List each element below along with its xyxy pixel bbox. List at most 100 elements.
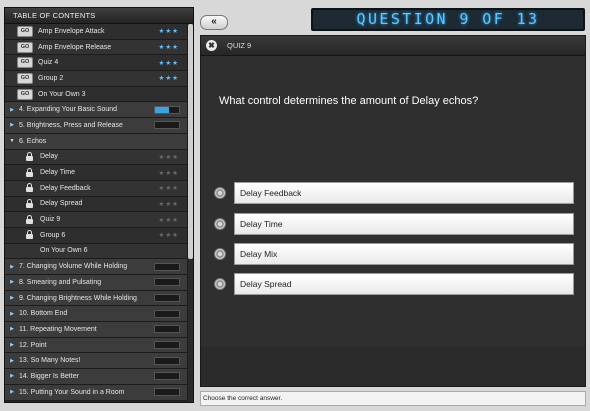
toc-label: Delay bbox=[40, 153, 58, 161]
toc-section[interactable]: ▼ 6. Echos bbox=[5, 133, 187, 150]
rating-stars-icon: ★★★ bbox=[158, 216, 179, 224]
toc-label: 4. Expanding Your Basic Sound bbox=[19, 106, 118, 114]
toc-item[interactable]: GO Quiz 4 ★★★ bbox=[5, 55, 187, 72]
close-icon[interactable]: ✖ bbox=[206, 40, 217, 51]
answer-choice[interactable]: Delay Feedback bbox=[234, 182, 574, 204]
toc-label: 8. Smearing and Pulsating bbox=[19, 278, 102, 286]
go-button[interactable]: GO bbox=[17, 72, 33, 84]
toc-scrollbar[interactable] bbox=[187, 24, 193, 402]
collapsed-triangle-icon[interactable]: ▶ bbox=[8, 373, 16, 379]
radio-button[interactable] bbox=[214, 218, 226, 230]
toc-section[interactable]: ▶ 9. Changing Brightness While Holding bbox=[5, 290, 187, 307]
answer-choice[interactable]: Delay Spread bbox=[234, 273, 574, 295]
lock-icon bbox=[24, 214, 36, 225]
toc-section[interactable]: ▶ 15. Putting Your Sound in a Room bbox=[5, 384, 187, 401]
collapsed-triangle-icon[interactable]: ▶ bbox=[8, 279, 16, 285]
toc-item[interactable]: Group 6 ★★★ bbox=[5, 227, 187, 244]
lock-icon bbox=[24, 151, 36, 162]
rating-stars-icon: ★★★ bbox=[158, 169, 179, 177]
toc-item[interactable]: GO Amp Envelope Release ★★★ bbox=[5, 39, 187, 56]
toc-section[interactable]: ▶ 12. Point bbox=[5, 337, 187, 354]
collapsed-triangle-icon[interactable]: ▶ bbox=[8, 342, 16, 348]
toc-section[interactable]: ▶ 13. So Many Notes! bbox=[5, 353, 187, 370]
section-progress-bar bbox=[154, 121, 180, 130]
toc-label: 10. Bottom End bbox=[19, 310, 68, 318]
toc-section[interactable]: ▶ 11. Repeating Movement bbox=[5, 322, 187, 338]
collapsed-triangle-icon[interactable]: ▶ bbox=[8, 107, 16, 113]
question-counter: QUESTION 9 OF 13 bbox=[311, 8, 585, 31]
toc-label: Group 6 bbox=[40, 231, 66, 239]
toc-label: Delay Spread bbox=[40, 200, 83, 208]
answer-option[interactable]: Delay Spread bbox=[214, 273, 574, 295]
rating-stars-icon: ★★★ bbox=[158, 28, 179, 36]
toc-section[interactable]: ▶ 5. Brightness, Press and Release bbox=[5, 118, 187, 134]
toc-item[interactable]: On Your Own 6 bbox=[5, 243, 187, 260]
answer-option[interactable]: Delay Time bbox=[214, 213, 574, 235]
toc-label: Delay Time bbox=[40, 169, 76, 177]
toc-label: 15. Putting Your Sound in a Room bbox=[19, 388, 125, 396]
toc-item[interactable]: Quiz 9 ★★★ bbox=[5, 212, 187, 228]
radio-button[interactable] bbox=[214, 187, 226, 199]
section-progress-bar bbox=[154, 262, 180, 271]
section-progress-bar bbox=[154, 105, 180, 114]
toc-label: 14. Bigger Is Better bbox=[19, 372, 79, 380]
quiz-footer bbox=[201, 347, 585, 386]
toc-list: GO Amp Envelope Attack ★★★ GO Amp Envelope R… bbox=[5, 24, 187, 402]
toc-label: Delay Feedback bbox=[40, 184, 91, 192]
quiz-header: ✖ QUIZ 9 bbox=[201, 36, 585, 56]
section-progress-bar bbox=[154, 356, 180, 365]
toc-label: 7. Changing Volume While Holding bbox=[19, 263, 128, 271]
rating-stars-icon: ★★★ bbox=[158, 153, 179, 161]
collapsed-triangle-icon[interactable]: ▶ bbox=[8, 389, 16, 395]
status-bar: Choose the correct answer. bbox=[200, 391, 586, 406]
toc-label: On Your Own 3 bbox=[38, 90, 86, 98]
toc-label: Quiz 9 bbox=[40, 216, 61, 224]
collapsed-triangle-icon[interactable]: ▶ bbox=[8, 326, 16, 332]
section-progress-bar bbox=[154, 278, 180, 287]
rating-stars-icon: ★★★ bbox=[158, 200, 179, 208]
go-button[interactable]: GO bbox=[17, 57, 33, 69]
go-button[interactable]: GO bbox=[17, 88, 33, 100]
answer-choice[interactable]: Delay Time bbox=[234, 213, 574, 235]
toc-section[interactable]: ▶ 8. Smearing and Pulsating bbox=[5, 275, 187, 291]
answer-option[interactable]: Delay Mix bbox=[214, 243, 574, 265]
rating-stars-icon: ★★★ bbox=[158, 232, 179, 240]
toc-title: TABLE OF CONTENTS bbox=[5, 8, 193, 24]
rating-stars-icon: ★★★ bbox=[158, 75, 179, 83]
toc-item[interactable]: Delay ★★★ bbox=[5, 149, 187, 166]
go-button[interactable]: GO bbox=[17, 25, 33, 37]
toc-item[interactable]: Delay Time ★★★ bbox=[5, 165, 187, 181]
toc-label: On Your Own 6 bbox=[40, 247, 88, 255]
section-progress-bar bbox=[154, 388, 180, 397]
quiz-title: QUIZ 9 bbox=[227, 41, 252, 50]
toc-item[interactable]: Delay Spread ★★★ bbox=[5, 196, 187, 213]
toc-label: Group 2 bbox=[38, 74, 64, 82]
answer-choice[interactable]: Delay Mix bbox=[234, 243, 574, 265]
go-button[interactable]: GO bbox=[17, 41, 33, 53]
toc-label: 6. Echos bbox=[19, 137, 47, 145]
toc-section[interactable]: ▶ 10. Bottom End bbox=[5, 306, 187, 323]
toc-label: Quiz 4 bbox=[38, 59, 59, 67]
answer-option[interactable]: Delay Feedback bbox=[214, 182, 574, 204]
collapsed-triangle-icon[interactable]: ▶ bbox=[8, 122, 16, 128]
quiz-panel: ✖ QUIZ 9 What control determines the amo… bbox=[200, 35, 586, 387]
collapsed-triangle-icon[interactable]: ▶ bbox=[8, 311, 16, 317]
toc-item[interactable]: GO On Your Own 3 bbox=[5, 86, 187, 103]
progress-fill bbox=[155, 106, 170, 113]
toc-item[interactable]: GO Group 2 ★★★ bbox=[5, 71, 187, 87]
toc-item[interactable]: GO Amp Envelope Attack ★★★ bbox=[5, 24, 187, 40]
toc-item[interactable]: Delay Feedback ★★★ bbox=[5, 180, 187, 197]
collapsed-triangle-icon[interactable]: ▶ bbox=[8, 358, 16, 364]
collapse-sidebar-button[interactable]: « bbox=[200, 15, 228, 30]
collapsed-triangle-icon[interactable]: ▶ bbox=[8, 264, 16, 270]
expanded-triangle-icon[interactable]: ▼ bbox=[8, 138, 16, 144]
toc-scrollbar-thumb[interactable] bbox=[188, 24, 193, 259]
toc-section[interactable]: ▶ 4. Expanding Your Basic Sound bbox=[5, 102, 187, 119]
section-progress-bar bbox=[154, 309, 180, 318]
radio-button[interactable] bbox=[214, 248, 226, 260]
collapsed-triangle-icon[interactable]: ▶ bbox=[8, 295, 16, 301]
toc-section[interactable]: ▶ 7. Changing Volume While Holding bbox=[5, 259, 187, 275]
section-progress-bar bbox=[154, 325, 180, 334]
toc-section[interactable]: ▶ 14. Bigger Is Better bbox=[5, 369, 187, 385]
radio-button[interactable] bbox=[214, 278, 226, 290]
